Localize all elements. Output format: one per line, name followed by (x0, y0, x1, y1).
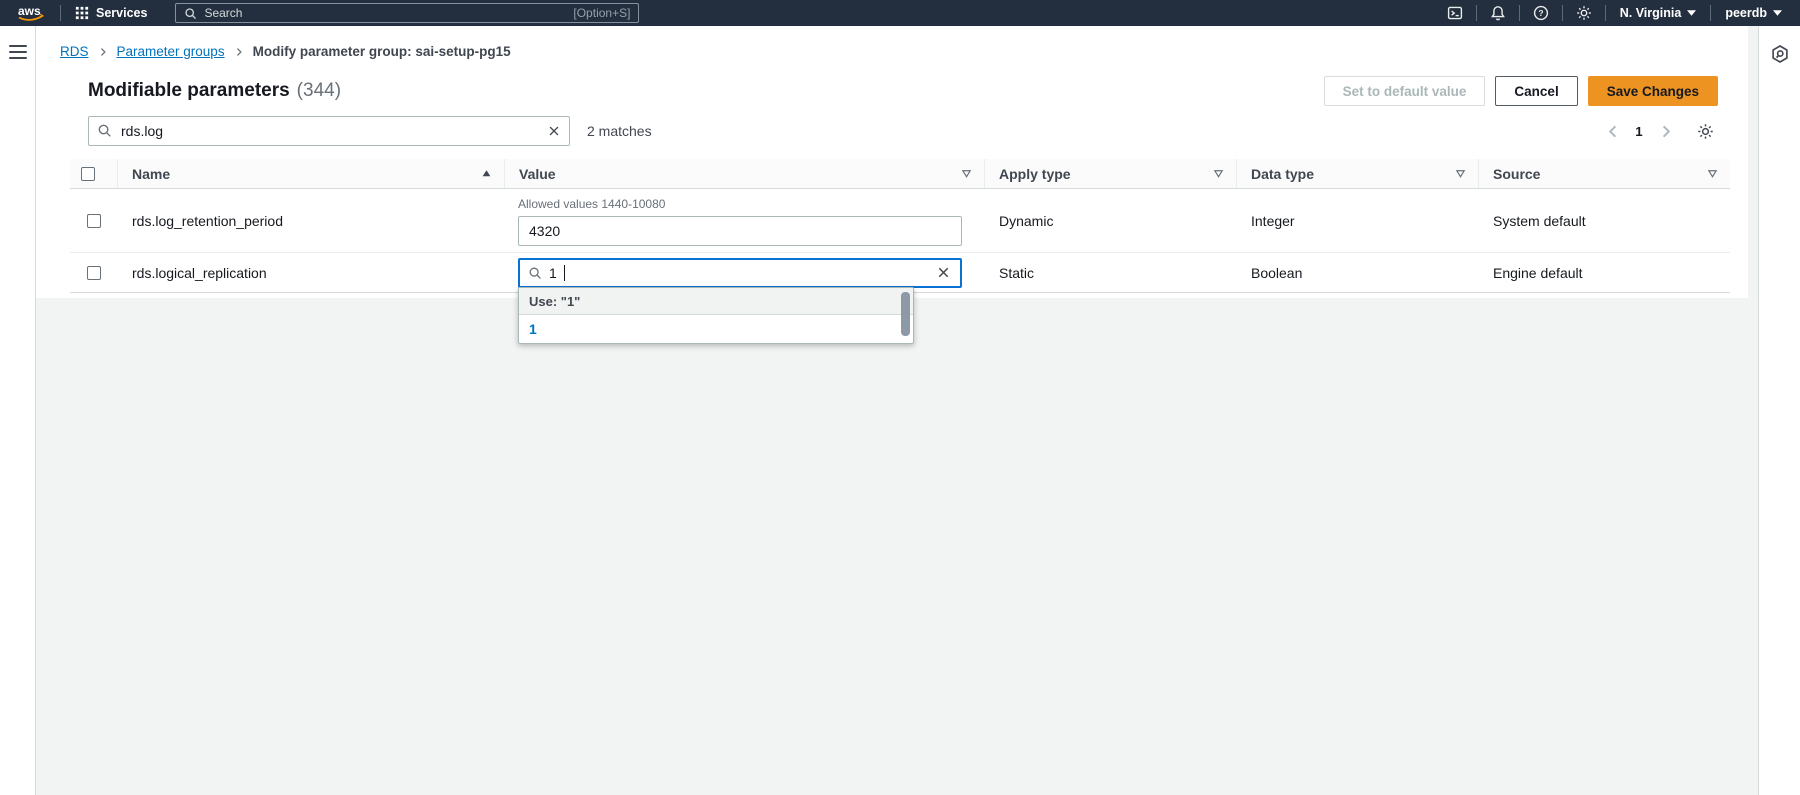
filter-dropdown-icon[interactable] (1707, 168, 1718, 179)
aws-logo-text: aws (18, 4, 41, 18)
region-selector[interactable]: N. Virginia (1606, 0, 1711, 26)
suggestion-option[interactable]: 1 (519, 315, 913, 343)
filter-dropdown-icon[interactable] (1213, 168, 1224, 179)
page-header: Modifiable parameters (344) Set to defau… (88, 76, 1718, 106)
apps-grid-icon (75, 6, 89, 20)
select-all-cell (70, 159, 118, 188)
account-label: peerdb (1725, 6, 1767, 20)
apply-type-cell: Static (985, 253, 1237, 292)
header-actions: Set to default value Cancel Save Changes (1324, 76, 1718, 106)
parameter-filter-input[interactable] (88, 116, 570, 146)
pagination: 1 (1600, 118, 1718, 144)
help-icon[interactable]: ? (1520, 0, 1562, 26)
combobox-query-text: 1 (549, 265, 557, 281)
column-header-source[interactable]: Source (1479, 159, 1730, 188)
sort-ascending-icon[interactable] (481, 168, 492, 179)
breadcrumb-rds-link[interactable]: RDS (60, 44, 89, 59)
page-title: Modifiable parameters (88, 80, 290, 102)
column-header-data-type[interactable]: Data type (1237, 159, 1479, 188)
dropdown-scrollbar[interactable] (901, 292, 910, 336)
column-header-apply-type[interactable]: Apply type (985, 159, 1237, 188)
apply-type-cell: Dynamic (985, 189, 1237, 252)
use-entered-value-option[interactable]: Use: "1" (519, 288, 913, 315)
menu-hamburger-icon[interactable] (9, 43, 27, 61)
parameter-name-cell: rds.logical_replication (118, 253, 505, 292)
column-header-value[interactable]: Value (505, 159, 985, 188)
breadcrumb-current: Modify parameter group: sai-setup-pg15 (253, 44, 511, 59)
filter-dropdown-icon[interactable] (961, 168, 972, 179)
value-suggestions-dropdown: Use: "1" 1 (518, 287, 914, 344)
page-number[interactable]: 1 (1626, 118, 1652, 144)
row-checkbox[interactable] (87, 214, 101, 228)
data-type-cell: Boolean (1237, 253, 1479, 292)
services-menu[interactable]: Services (61, 0, 161, 26)
chevron-down-icon (1773, 10, 1782, 16)
top-navbar: aws Services Search [Option+S] (0, 0, 1800, 26)
account-menu[interactable]: peerdb (1711, 0, 1800, 26)
global-search-input[interactable]: Search [Option+S] (175, 3, 639, 23)
table-preferences-gear-icon[interactable] (1692, 118, 1718, 144)
source-cell: System default (1479, 189, 1730, 252)
source-cell: Engine default (1479, 253, 1730, 292)
settings-gear-icon[interactable] (1563, 0, 1605, 26)
chevron-right-icon (98, 46, 108, 58)
breadcrumb-parameter-groups-link[interactable]: Parameter groups (117, 44, 225, 59)
aws-logo[interactable]: aws (16, 4, 46, 23)
content-card: RDS Parameter groups Modify parameter gr… (36, 26, 1748, 298)
value-combobox-input[interactable]: 1 (518, 258, 962, 288)
row-checkbox[interactable] (87, 266, 101, 280)
cancel-button[interactable]: Cancel (1495, 76, 1577, 106)
parameter-name-cell: rds.log_retention_period (118, 189, 505, 252)
left-sidebar-rail (0, 26, 36, 795)
side-panel-hexagon-icon[interactable] (1770, 42, 1790, 66)
svg-text:?: ? (1538, 8, 1543, 18)
text-cursor (564, 265, 565, 281)
breadcrumb: RDS Parameter groups Modify parameter gr… (36, 26, 1748, 59)
services-label: Services (96, 6, 147, 20)
parameter-filter (88, 116, 570, 146)
table-row: rds.log_retention_period Allowed values … (70, 189, 1730, 253)
chevron-right-icon (234, 46, 244, 58)
filter-toolbar: 2 matches 1 (88, 116, 1718, 146)
table-header-row: Name Value Apply type Data type (70, 159, 1730, 189)
next-page-icon[interactable] (1652, 118, 1678, 144)
notifications-bell-icon[interactable] (1477, 0, 1519, 26)
row-select-cell (70, 189, 118, 252)
column-header-name[interactable]: Name (118, 159, 505, 188)
match-count: 2 matches (587, 123, 652, 139)
navbar-right-group: ? N. Virginia peerdb (1434, 0, 1800, 26)
clear-combobox-icon[interactable] (932, 262, 954, 284)
set-to-default-button[interactable]: Set to default value (1324, 76, 1486, 106)
filter-dropdown-icon[interactable] (1455, 168, 1466, 179)
parameter-count: (344) (297, 80, 341, 102)
allowed-values-hint: Allowed values 1440-10080 (518, 197, 665, 211)
region-label: N. Virginia (1620, 6, 1682, 20)
save-changes-button[interactable]: Save Changes (1588, 76, 1718, 106)
data-type-cell: Integer (1237, 189, 1479, 252)
parameters-table: Name Value Apply type Data type (70, 159, 1730, 293)
search-icon (184, 7, 197, 20)
search-icon (528, 266, 542, 280)
global-search-placeholder: Search (204, 6, 242, 20)
table-row: rds.logical_replication 1 Us (70, 253, 1730, 293)
parameter-value-cell: Allowed values 1440-10080 (505, 189, 985, 252)
row-select-cell (70, 253, 118, 292)
chevron-down-icon (1687, 10, 1696, 16)
previous-page-icon[interactable] (1600, 118, 1626, 144)
search-shortcut-hint: [Option+S] (573, 6, 630, 20)
select-all-checkbox[interactable] (81, 167, 95, 181)
cloudshell-icon[interactable] (1434, 0, 1476, 26)
parameter-value-cell: 1 Use: "1" 1 (505, 253, 985, 292)
right-sidebar-rail (1758, 26, 1800, 795)
parameter-value-input[interactable] (518, 216, 962, 246)
clear-filter-icon[interactable] (542, 119, 566, 143)
